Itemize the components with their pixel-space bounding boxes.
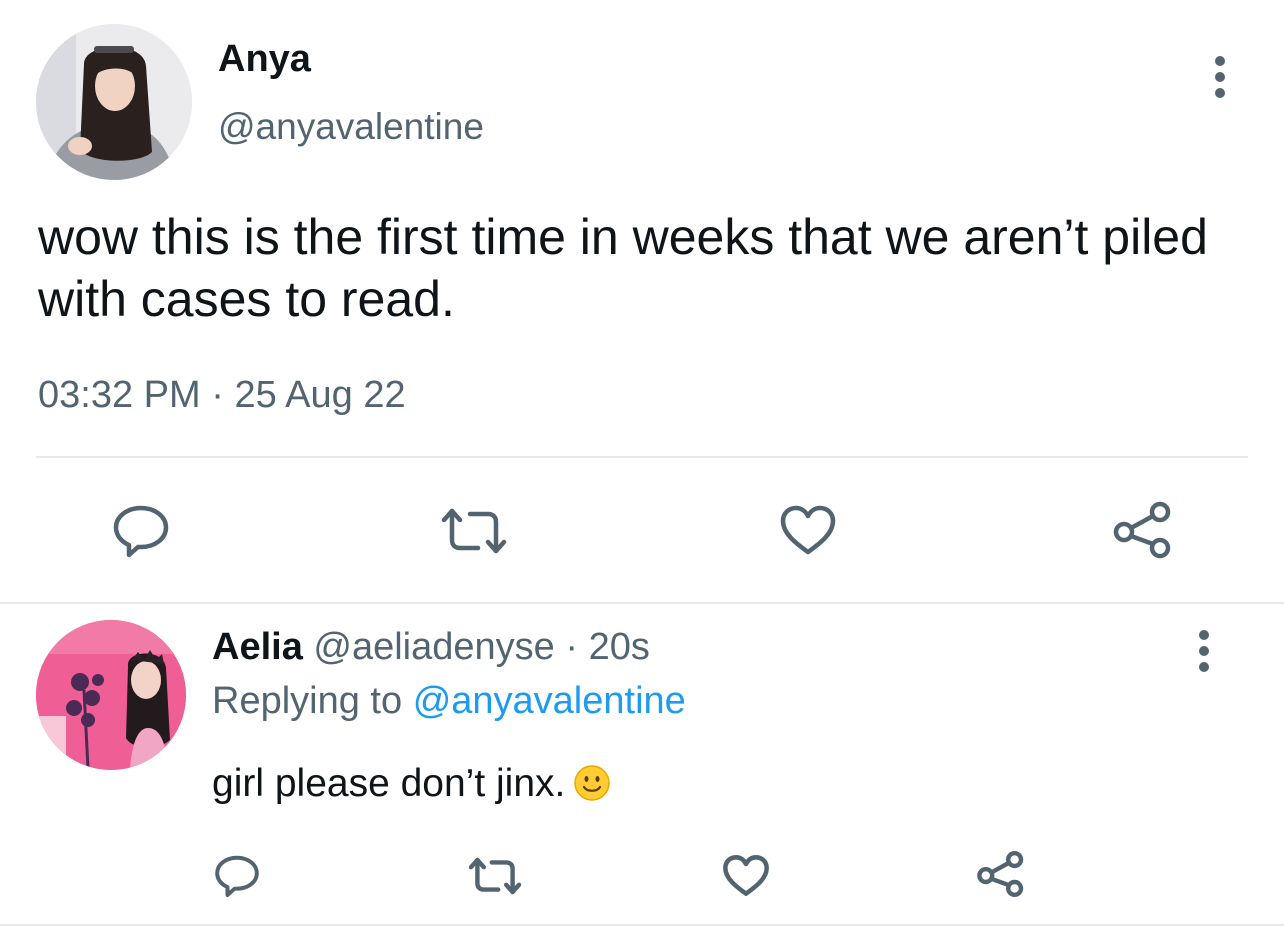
reply-icon[interactable] [112, 504, 170, 558]
author-name[interactable]: Aelia [212, 626, 303, 668]
avatar[interactable] [36, 620, 186, 770]
replying-to-handle-link[interactable]: @anyavalentine [413, 680, 686, 722]
retweet-icon[interactable] [466, 856, 524, 896]
avatar[interactable] [36, 24, 192, 180]
reply-age: 20s [588, 626, 650, 668]
slightly-smiling-face-icon [573, 764, 611, 802]
like-icon[interactable] [779, 504, 837, 556]
share-icon[interactable] [1112, 500, 1174, 560]
retweet-icon[interactable] [438, 506, 510, 556]
share-icon[interactable] [976, 850, 1026, 898]
tweet-timestamp: 03:32 PM · 25 Aug 22 [38, 374, 406, 417]
reply-text: girl please don’t jinx. [212, 762, 566, 805]
reply-header: Aelia @aeliadenyse · 20s [212, 626, 650, 669]
author-name[interactable]: Anya [218, 38, 311, 81]
meta-separator: · [565, 626, 579, 668]
tweet-date: 25 Aug 22 [234, 374, 406, 416]
tweet-text: wow this is the first time in weeks that… [38, 209, 1208, 327]
more-options-icon[interactable] [1198, 630, 1210, 678]
author-handle[interactable]: @anyavalentine [218, 106, 484, 148]
divider [0, 924, 1284, 926]
more-options-icon[interactable] [1214, 56, 1226, 104]
replying-to-label: Replying to [212, 680, 403, 722]
reply-text-row: girl please don’t jinx. [212, 762, 611, 806]
divider [0, 602, 1284, 604]
divider [36, 456, 1248, 458]
author-handle[interactable]: @aeliadenyse [313, 626, 554, 668]
reply-icon[interactable] [214, 854, 260, 898]
replying-to: Replying to @anyavalentine [212, 680, 686, 723]
tweet-time: 03:32 PM [38, 374, 201, 416]
meta-separator: · [211, 374, 224, 416]
like-icon[interactable] [722, 854, 770, 897]
